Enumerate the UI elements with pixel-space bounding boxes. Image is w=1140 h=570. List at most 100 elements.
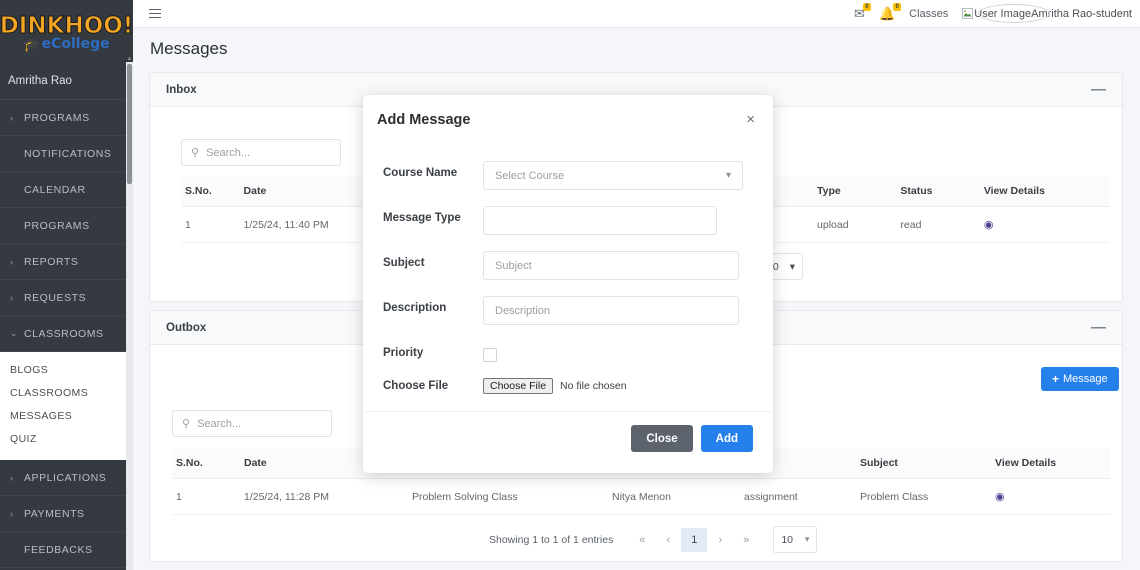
inbox-search-input[interactable]: ⚲ Search...	[181, 139, 341, 166]
sidebar-item-label: REPORTS	[24, 255, 79, 268]
inbox-minimize-icon[interactable]: —	[1091, 82, 1106, 97]
modal-header: Add Message ×	[363, 95, 773, 128]
add-message-label: Message	[1063, 373, 1108, 385]
inbox-cell-view: ◉	[983, 206, 1109, 243]
eye-icon[interactable]: ◉	[995, 491, 1005, 503]
scroll-up-arrow-icon[interactable]: ▲	[126, 56, 133, 63]
eye-icon[interactable]: ◉	[984, 219, 994, 231]
message-type-input[interactable]	[483, 206, 717, 235]
sidebar-item-label: NOTIFICATIONS	[24, 147, 112, 160]
table-row[interactable]: 1 1/25/24, 11:28 PM Problem Solving Clas…	[172, 478, 1110, 515]
avatar-broken-image: User Image	[962, 8, 1031, 20]
bell-badge: 0	[893, 2, 902, 11]
sidebar-user-name: Amritha Rao	[0, 62, 133, 100]
outbox-search-input[interactable]: ⚲ Search...	[172, 410, 332, 437]
add-message-button[interactable]: + Message	[1041, 367, 1119, 391]
sidebar-item-messages[interactable]: MESSAGES	[0, 404, 133, 427]
sidebar-item-classrooms-sub[interactable]: CLASSROOMS	[0, 381, 133, 404]
chevron-right-icon: ›	[10, 256, 14, 267]
chevron-right-icon: ›	[10, 112, 14, 123]
inbox-col-sno: S.No.	[181, 176, 244, 207]
inbox-col-type: Type	[817, 176, 901, 207]
brand-logo[interactable]: DINKHOO! 🎓 eCollege	[0, 0, 133, 62]
message-type-control	[483, 206, 743, 235]
priority-control	[483, 341, 743, 362]
sidebar-item-label: PROGRAMS	[24, 219, 90, 232]
sidebar-item-reports[interactable]: › REPORTS	[0, 244, 133, 280]
inbox-title: Inbox	[166, 83, 197, 96]
outbox-cell-date: 1/25/24, 11:28 PM	[244, 478, 412, 515]
outbox-cell-to: Nitya Menon	[612, 478, 744, 515]
message-type-label: Message Type	[383, 212, 461, 224]
close-button[interactable]: Close	[631, 425, 693, 452]
pagination-last[interactable]: »	[733, 528, 759, 552]
description-label: Description	[383, 302, 447, 314]
pagination-page-1[interactable]: 1	[681, 527, 708, 552]
notifications-indicator[interactable]: 🔔 0	[879, 2, 902, 22]
sidebar-item-label: FEEDBACKS	[24, 543, 93, 556]
pagination-next[interactable]: ›	[707, 528, 733, 552]
sidebar-item-label: PAYMENTS	[24, 507, 85, 520]
sidebar-item-label: APPLICATIONS	[24, 471, 107, 484]
sidebar-item-label: REQUESTS	[24, 291, 87, 304]
chevron-down-icon: ▾	[789, 260, 795, 273]
subject-label: Subject	[383, 257, 425, 269]
choose-file-button[interactable]: Choose File	[483, 378, 554, 394]
sidebar-nav: › PROGRAMS NOTIFICATIONS CALENDAR PROGRA…	[0, 100, 133, 570]
plus-icon: +	[1052, 372, 1060, 386]
outbox-cell-sno: 1	[172, 478, 244, 515]
sidebar-item-applications[interactable]: › APPLICATIONS	[0, 460, 133, 496]
subject-control: Subject	[483, 251, 743, 280]
outbox-col-subject: Subject	[860, 448, 995, 479]
sidebar: DINKHOO! 🎓 eCollege Amritha Rao › PROGRA…	[0, 0, 133, 570]
sidebar-item-notifications[interactable]: NOTIFICATIONS	[0, 136, 133, 172]
sidebar-item-payments[interactable]: › PAYMENTS	[0, 496, 133, 532]
field-description: Description Description	[383, 296, 743, 325]
sidebar-submenu-classrooms: BLOGS CLASSROOMS MESSAGES QUIZ	[0, 352, 133, 460]
outbox-pagination: Showing 1 to 1 of 1 entries « ‹ 1 › » 10…	[489, 526, 818, 553]
file-input-row: Choose File No file chosen	[483, 374, 743, 394]
search-icon: ⚲	[191, 147, 200, 159]
sidebar-item-classrooms[interactable]: ⌄ CLASSROOMS	[0, 316, 133, 352]
sidebar-item-calendar[interactable]: CALENDAR	[0, 172, 133, 208]
modal-body: Course Name Select Course ▾ Message Type…	[363, 128, 773, 394]
course-name-select[interactable]: Select Course ▾	[483, 161, 743, 190]
topbar: ✉ 0 🔔 0 Classes User Image Amritha Rao-s…	[133, 0, 1140, 28]
classes-link[interactable]: Classes	[909, 8, 948, 20]
sidebar-item-feedbacks[interactable]: FEEDBACKS	[0, 532, 133, 568]
sidebar-item-requests[interactable]: › REQUESTS	[0, 280, 133, 316]
outbox-page-size-select[interactable]: 10 ▾	[773, 526, 818, 553]
pagination-first[interactable]: «	[629, 528, 655, 552]
close-icon[interactable]: ×	[746, 112, 755, 127]
sidebar-item-programs-1[interactable]: › PROGRAMS	[0, 100, 133, 136]
description-input[interactable]: Description	[483, 296, 739, 325]
sidebar-item-quiz[interactable]: QUIZ	[0, 427, 133, 450]
priority-checkbox[interactable]	[483, 348, 497, 362]
field-choose-file: Choose File Choose File No file chosen	[383, 374, 743, 394]
page-title: Messages	[133, 28, 1140, 70]
add-button[interactable]: Add	[700, 425, 753, 452]
outbox-cell-view: ◉	[995, 478, 1110, 515]
field-message-type: Message Type	[383, 206, 743, 235]
priority-label: Priority	[383, 347, 424, 359]
outbox-minimize-icon[interactable]: —	[1091, 320, 1106, 335]
brand-subtitle-row: 🎓 eCollege	[23, 37, 109, 51]
brand-subtitle: eCollege	[41, 36, 110, 52]
course-name-label: Course Name	[383, 167, 458, 179]
pagination-prev[interactable]: ‹	[655, 528, 681, 552]
sidebar-item-label: CLASSROOMS	[24, 327, 104, 340]
field-course-name: Course Name Select Course ▾	[383, 161, 743, 190]
envelope-badge: 0	[862, 2, 871, 11]
sidebar-item-programs-2[interactable]: PROGRAMS	[0, 208, 133, 244]
sidebar-scrollbar-thumb[interactable]	[127, 64, 132, 184]
messages-indicator[interactable]: ✉ 0	[854, 2, 871, 22]
file-status-text: No file chosen	[560, 380, 627, 392]
subject-input[interactable]: Subject	[483, 251, 739, 280]
outbox-search-placeholder: Search...	[197, 417, 242, 430]
topbar-actions: ✉ 0 🔔 0 Classes User Image Amritha Rao-s…	[854, 2, 1140, 22]
sidebar-item-blogs[interactable]: BLOGS	[0, 358, 133, 381]
user-menu[interactable]: User Image Amritha Rao-student	[962, 8, 1132, 20]
sidebar-item-label: CALENDAR	[24, 183, 86, 196]
inbox-cell-sno: 1	[181, 206, 244, 243]
hamburger-icon[interactable]	[149, 8, 161, 19]
